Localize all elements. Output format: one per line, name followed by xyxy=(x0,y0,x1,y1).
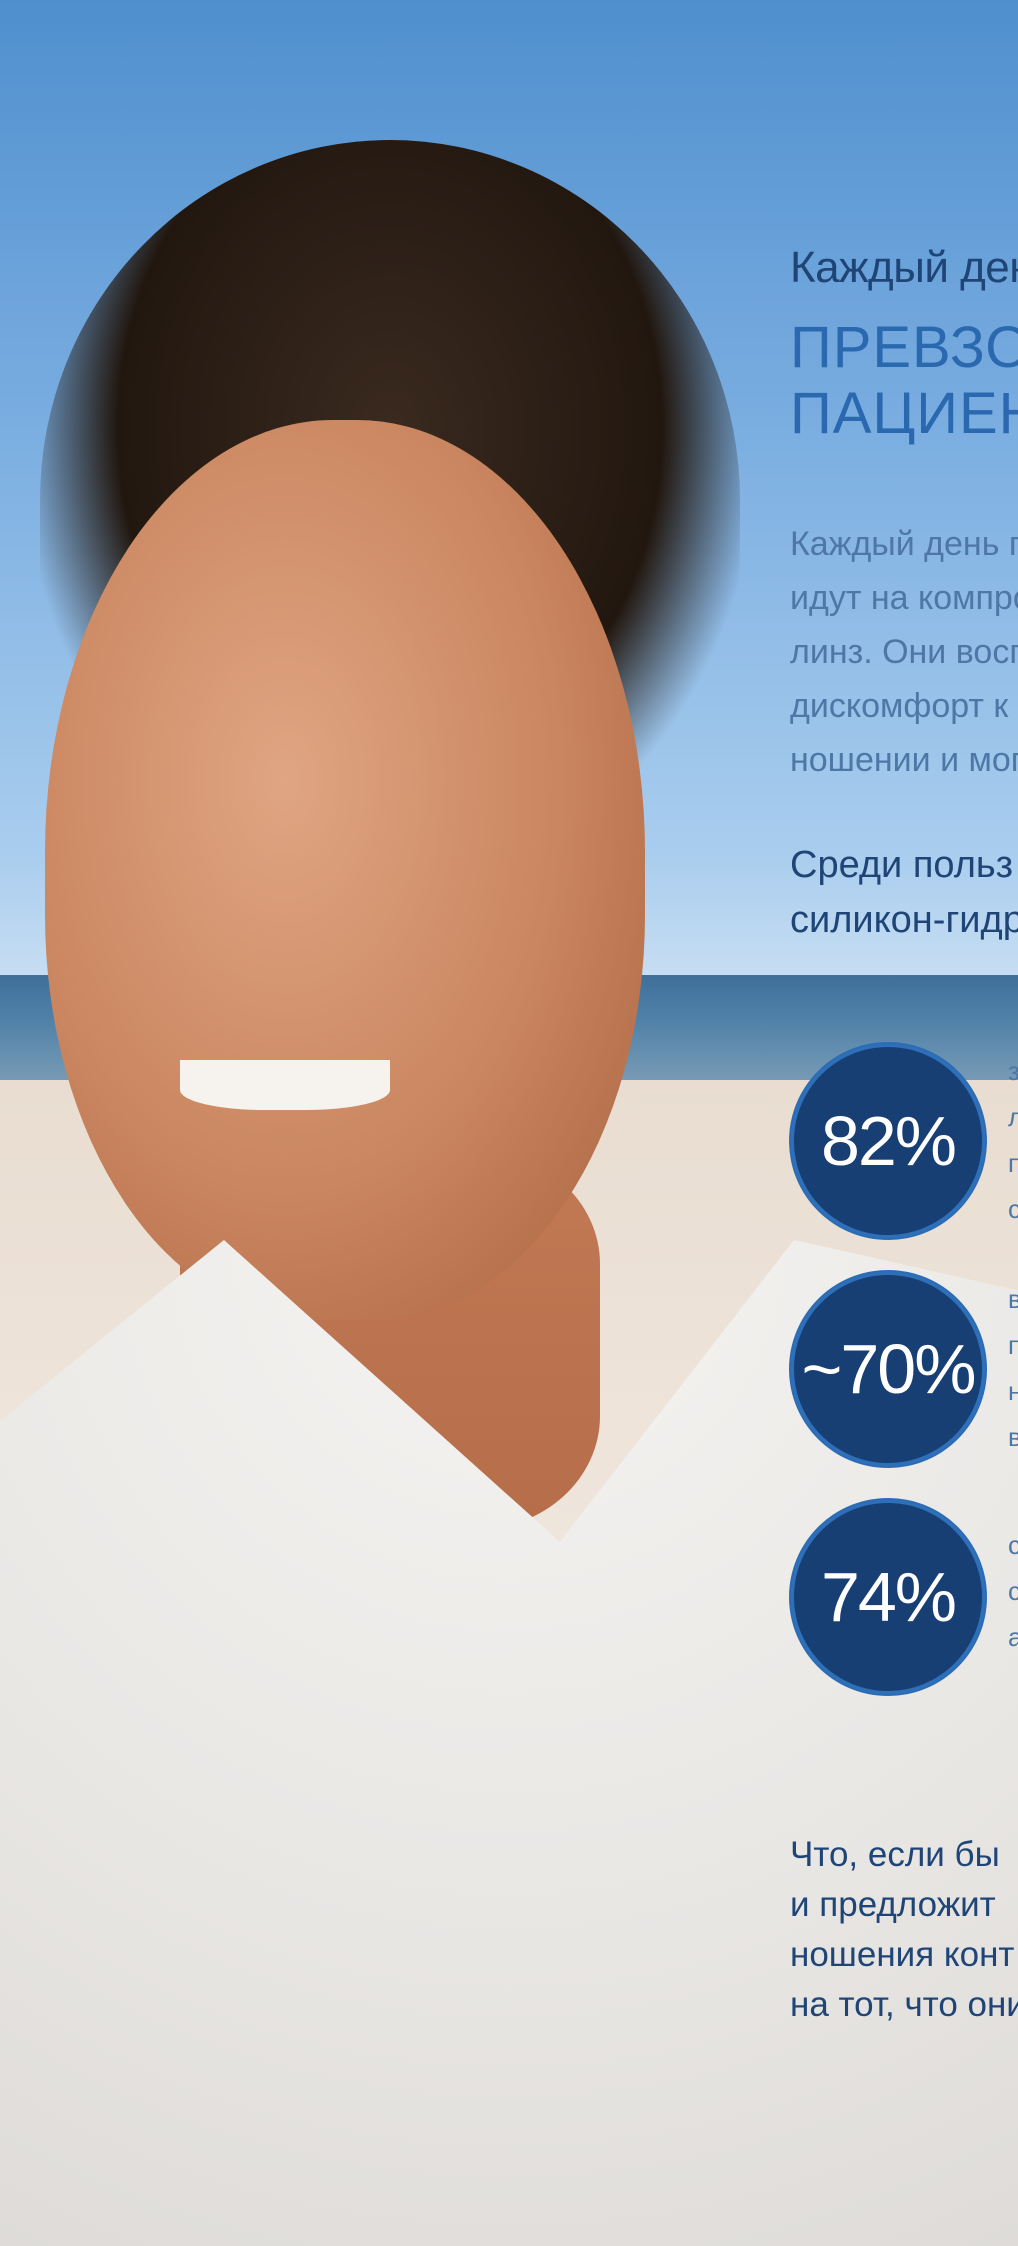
stat-text-line: с xyxy=(1008,1530,1018,1560)
subheading-line: Среди польз xyxy=(790,844,1014,886)
stat-text-line: с xyxy=(1008,1194,1018,1224)
stat-badge-82: 82% xyxy=(790,1043,986,1239)
stat-badge-74: 74% xyxy=(790,1499,986,1695)
stat-value: ~70% xyxy=(801,1330,977,1408)
closing-line: на тот, что они xyxy=(790,1985,1018,2024)
stat-text-line: с xyxy=(1008,1576,1018,1606)
headline-line: ПРЕВЗО xyxy=(790,315,1018,380)
stat-text-line: в xyxy=(1008,1422,1018,1452)
stat-description: в п н в xyxy=(1008,1276,1018,1460)
ad-page: Каждый ден ПРЕВЗО ПАЦИЕН Каждый день п и… xyxy=(0,0,1018,2246)
subheading-line: силикон-гидр xyxy=(790,899,1018,941)
stat-value: 74% xyxy=(820,1558,957,1636)
headline-line: ПАЦИЕН xyxy=(790,381,1018,446)
body-line: идут на компро xyxy=(790,579,1018,617)
headline: ПРЕВЗО ПАЦИЕН xyxy=(790,315,1018,447)
body-paragraph: Каждый день п идут на компро линз. Они в… xyxy=(790,517,1018,787)
closing-line: ношения конт xyxy=(790,1935,1015,1974)
stat-text-line: з xyxy=(1008,1056,1018,1086)
body-line: Каждый день п xyxy=(790,525,1018,563)
stat-value: 82% xyxy=(820,1102,957,1180)
stat-description: з л п с xyxy=(1008,1048,1018,1232)
stat-text-line: в xyxy=(1008,1284,1018,1314)
body-line: линз. Они восп xyxy=(790,633,1018,671)
stat-text-line: п xyxy=(1008,1148,1018,1178)
photo-smile xyxy=(180,1060,390,1110)
stat-description: с с а xyxy=(1008,1522,1018,1660)
photo-face xyxy=(45,420,645,1320)
stat-text-line: а xyxy=(1008,1622,1018,1652)
closing-line: Что, если бы xyxy=(790,1835,1000,1874)
closing-line: и предложит xyxy=(790,1885,996,1924)
stat-badge-70: ~70% xyxy=(790,1271,986,1467)
stat-text-line: н xyxy=(1008,1376,1018,1406)
stat-text-line: л xyxy=(1008,1102,1018,1132)
closing-question: Что, если бы и предложит ношения конт на… xyxy=(790,1830,1018,2030)
subheading: Среди польз силикон-гидр xyxy=(790,838,1018,948)
body-line: дискомфорт к xyxy=(790,687,1009,725)
body-line: ношении и мог xyxy=(790,741,1018,779)
kicker-text: Каждый ден xyxy=(790,243,1018,292)
stat-text-line: п xyxy=(1008,1330,1018,1360)
